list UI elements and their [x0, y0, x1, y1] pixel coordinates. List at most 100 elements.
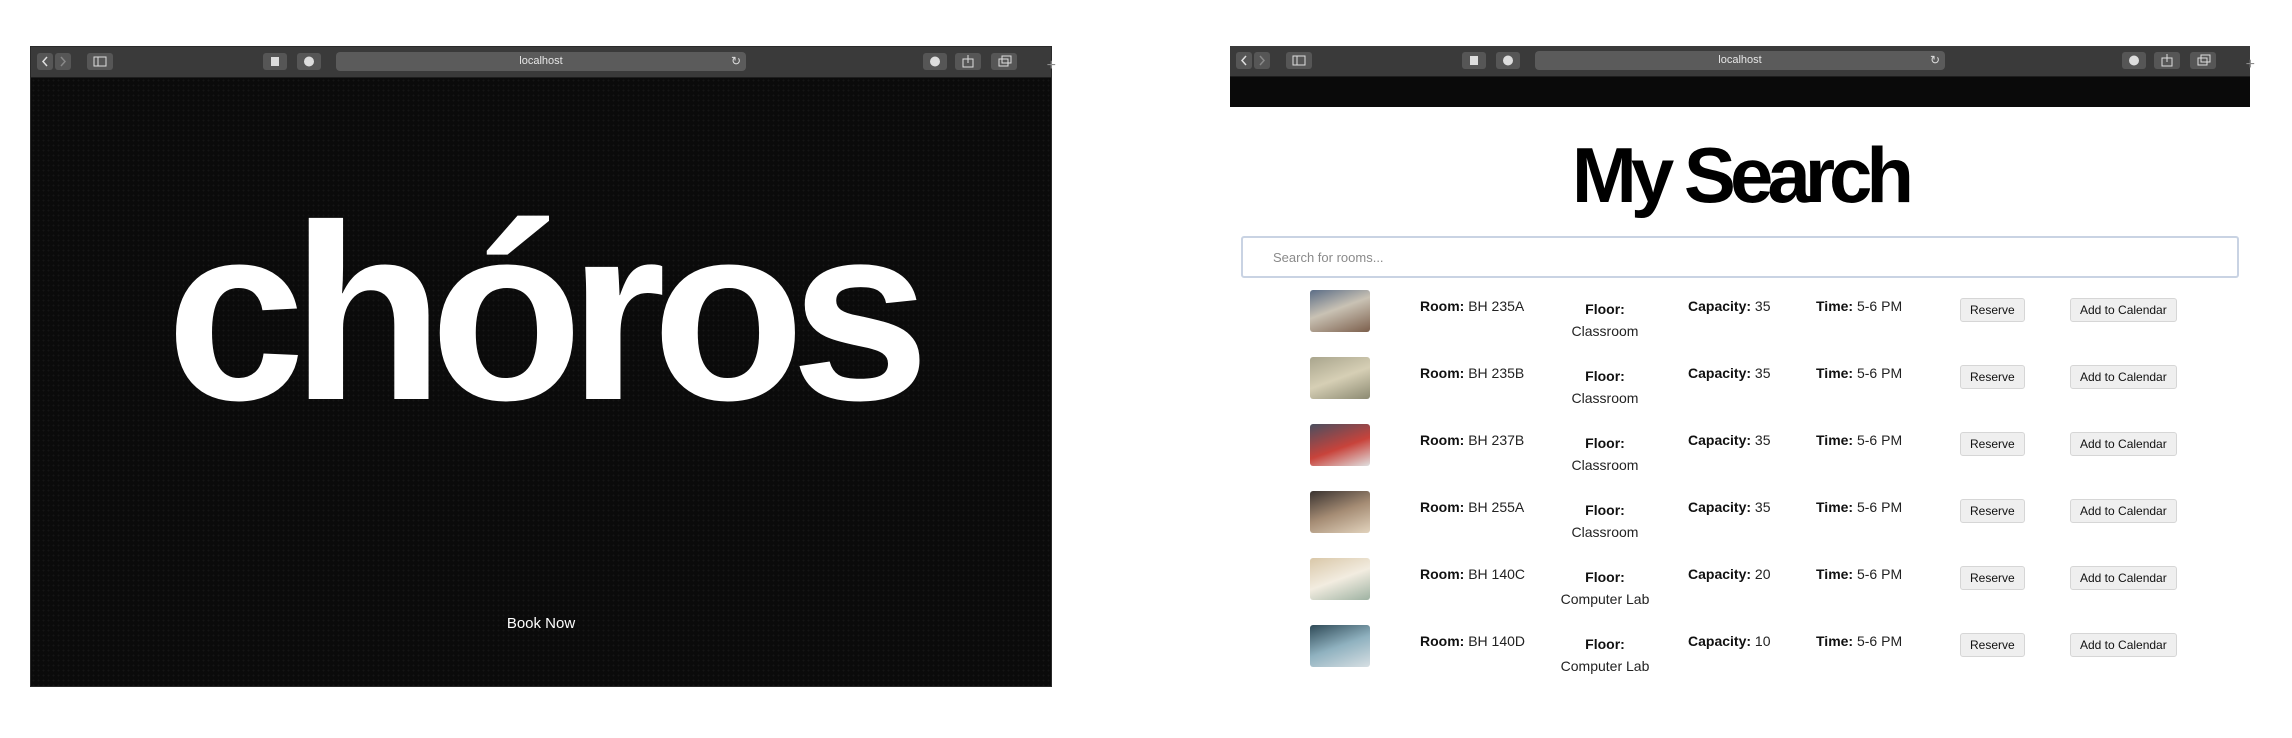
sidebar-icon [93, 56, 107, 67]
search-input[interactable] [1241, 236, 2239, 278]
room-value: BH 255A [1468, 499, 1525, 515]
new-tab-icon[interactable]: + [2246, 57, 2255, 73]
sidebar-icon [1292, 55, 1306, 66]
chevron-right-icon [60, 56, 67, 67]
time-value: 5-6 PM [1856, 365, 1903, 381]
room-row: Room: BH 140D Floor: Computer Lab Capacity:… [1230, 625, 2250, 692]
sidebar-toggle-button[interactable] [1286, 52, 1312, 69]
chevron-left-icon [41, 56, 48, 67]
address-bar[interactable]: localhost ↻ [1535, 51, 1945, 70]
download-button[interactable] [923, 53, 947, 70]
add-to-calendar-button[interactable]: Add to Calendar [2070, 633, 2177, 657]
floor-value: Classroom [1571, 390, 1639, 406]
room-row: Room: BH 255A Floor: Classroom Capacity: 35… [1230, 491, 2250, 558]
room-value: BH 237B [1468, 432, 1525, 448]
time-cell: Time: 5-6 PM [1816, 298, 1902, 314]
room-label: Room: [1420, 365, 1465, 381]
time-label: Time: [1816, 633, 1854, 649]
capacity-value: 35 [1754, 365, 1771, 381]
capacity-value: 10 [1754, 633, 1771, 649]
floor-label: Floor: [1585, 435, 1625, 451]
extension-button[interactable] [1496, 52, 1520, 69]
reload-icon[interactable]: ↻ [731, 52, 741, 71]
download-icon [2129, 55, 2139, 66]
extension-icon [304, 56, 314, 67]
room-value: BH 140D [1468, 633, 1526, 649]
tabs-button[interactable] [991, 53, 1017, 70]
share-icon [962, 55, 974, 68]
download-button[interactable] [2122, 52, 2146, 69]
tabs-button[interactable] [2190, 52, 2216, 69]
room-thumbnail [1310, 491, 1370, 533]
new-tab-icon[interactable]: + [1047, 58, 1056, 74]
room-row: Room: BH 237B Floor: Classroom Capacity: 35… [1230, 424, 2250, 491]
tabs-icon [998, 55, 1012, 67]
reload-icon[interactable]: ↻ [1930, 51, 1940, 70]
floor-value: Computer Lab [1560, 658, 1650, 674]
reserve-button[interactable]: Reserve [1960, 499, 2025, 523]
chevron-left-icon [1240, 55, 1247, 66]
room-row: Room: BH 235B Floor: Classroom Capacity: 35… [1230, 357, 2250, 424]
room-thumbnail [1310, 424, 1370, 466]
add-to-calendar-button[interactable]: Add to Calendar [2070, 432, 2177, 456]
capacity-label: Capacity: [1688, 365, 1752, 381]
forward-button[interactable] [1254, 52, 1270, 69]
time-label: Time: [1816, 499, 1854, 515]
room-cell: Room: BH 255A [1420, 499, 1524, 515]
room-label: Room: [1420, 298, 1465, 314]
reserve-button[interactable]: Reserve [1960, 365, 2025, 389]
room-value: BH 235A [1468, 298, 1525, 314]
room-row: Room: BH 235A Floor: Classroom Capacity: 35… [1230, 290, 2250, 357]
room-thumbnail [1310, 558, 1370, 600]
browser-toolbar: localhost ↻ + [1230, 46, 2255, 77]
add-to-calendar-button[interactable]: Add to Calendar [2070, 499, 2177, 523]
reserve-button[interactable]: Reserve [1960, 566, 2025, 590]
floor-cell: Floor: Computer Lab [1550, 566, 1660, 610]
share-button[interactable] [2154, 52, 2180, 69]
page-header-strip [1230, 77, 2250, 107]
capacity-value: 20 [1754, 566, 1771, 582]
time-cell: Time: 5-6 PM [1816, 432, 1902, 448]
capacity-cell: Capacity: 20 [1688, 566, 1771, 582]
reserve-button[interactable]: Reserve [1960, 298, 2025, 322]
room-cell: Room: BH 140C [1420, 566, 1525, 582]
capacity-label: Capacity: [1688, 432, 1752, 448]
time-label: Time: [1816, 365, 1854, 381]
room-cell: Room: BH 235A [1420, 298, 1524, 314]
reader-button[interactable] [1462, 52, 1486, 69]
room-cell: Room: BH 140D [1420, 633, 1525, 649]
time-value: 5-6 PM [1856, 298, 1903, 314]
floor-cell: Floor: Classroom [1550, 432, 1660, 476]
floor-value: Classroom [1571, 323, 1639, 339]
room-thumbnail [1310, 357, 1370, 399]
reserve-button[interactable]: Reserve [1960, 432, 2025, 456]
reader-button[interactable] [263, 53, 287, 70]
room-label: Room: [1420, 432, 1465, 448]
add-to-calendar-button[interactable]: Add to Calendar [2070, 298, 2177, 322]
browser-window-home: localhost ↻ + chóros Book Now [30, 46, 1056, 687]
url-text: localhost [1718, 54, 1762, 66]
share-button[interactable] [955, 53, 981, 70]
extension-icon [1503, 55, 1513, 66]
capacity-cell: Capacity: 35 [1688, 298, 1771, 314]
capacity-cell: Capacity: 35 [1688, 499, 1771, 515]
floor-label: Floor: [1585, 502, 1625, 518]
add-to-calendar-button[interactable]: Add to Calendar [2070, 566, 2177, 590]
address-bar[interactable]: localhost ↻ [336, 52, 746, 71]
time-cell: Time: 5-6 PM [1816, 633, 1902, 649]
capacity-label: Capacity: [1688, 499, 1752, 515]
hero-section: chóros Book Now [31, 78, 1051, 686]
back-button[interactable] [1236, 52, 1252, 69]
back-button[interactable] [37, 53, 53, 70]
time-label: Time: [1816, 432, 1854, 448]
room-label: Room: [1420, 633, 1465, 649]
sidebar-toggle-button[interactable] [87, 53, 113, 70]
extension-button[interactable] [297, 53, 321, 70]
forward-button[interactable] [55, 53, 71, 70]
room-label: Room: [1420, 499, 1465, 515]
add-to-calendar-button[interactable]: Add to Calendar [2070, 365, 2177, 389]
time-label: Time: [1816, 298, 1854, 314]
download-icon [930, 56, 940, 67]
reserve-button[interactable]: Reserve [1960, 633, 2025, 657]
book-now-link[interactable]: Book Now [31, 615, 1051, 632]
